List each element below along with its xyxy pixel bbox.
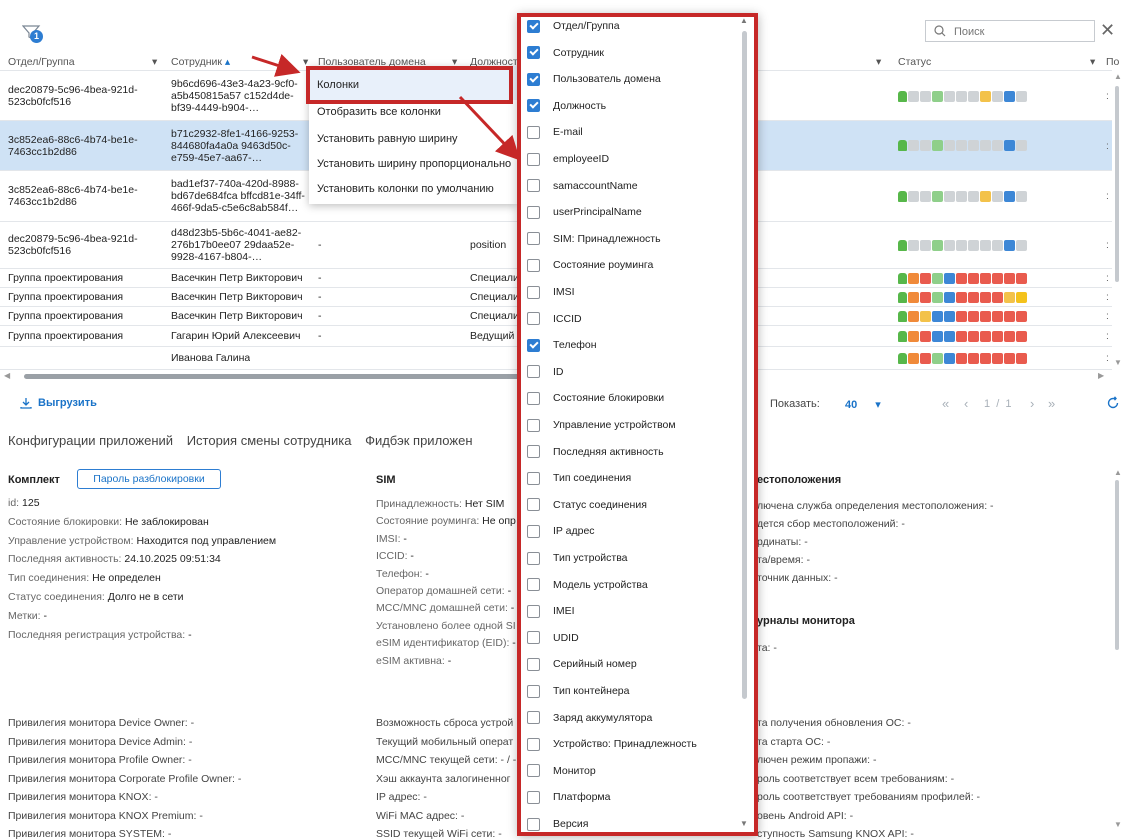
arrow-to-columns-menu	[251, 53, 301, 77]
arrow-to-columns-panel	[458, 95, 521, 161]
annotation-arrows	[251, 53, 521, 161]
